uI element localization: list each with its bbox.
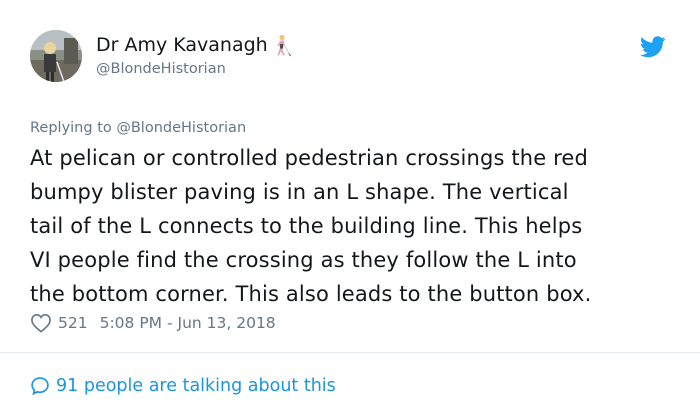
talking-about-link[interactable]: 91 people are talking about this xyxy=(30,376,336,396)
talking-about-text: 91 people are talking about this xyxy=(56,376,336,396)
speech-bubble-icon xyxy=(30,376,50,396)
tweet-text-line: At pelican or controlled pedestrian cros… xyxy=(30,146,588,170)
tweet-body: At pelican or controlled pedestrian cros… xyxy=(30,141,680,311)
tweet-text-line: VI people find the crossing as they foll… xyxy=(30,248,577,272)
avatar[interactable] xyxy=(30,30,82,82)
twitter-bird-icon[interactable] xyxy=(639,36,666,58)
tweet-text-line: tail of the L connects to the building l… xyxy=(30,214,583,238)
replying-to-line: Replying to @BlondeHistorian xyxy=(30,120,246,136)
tweet-card: Dr Amy Kavanagh @BlondeHistorian Replyin… xyxy=(0,0,700,414)
author-handle[interactable]: @BlondeHistorian xyxy=(96,61,226,77)
replying-to-prefix: Replying to xyxy=(30,120,112,136)
replying-to-mention-link[interactable]: @BlondeHistorian xyxy=(116,120,246,136)
person-with-probing-cane-icon xyxy=(272,34,292,57)
divider xyxy=(0,352,700,353)
like-count[interactable]: 521 xyxy=(58,314,88,332)
author-name-text: Dr Amy Kavanagh xyxy=(96,34,268,56)
tweet-text-line: the bottom corner. This also leads to th… xyxy=(30,282,592,306)
tweet-meta: 521 5:08 PM - Jun 13, 2018 xyxy=(30,313,276,333)
tweet-text-line: bumpy blister paving is in an L shape. T… xyxy=(30,180,569,204)
heart-icon[interactable] xyxy=(30,313,52,333)
author-display-name[interactable]: Dr Amy Kavanagh xyxy=(96,34,292,57)
tweet-timestamp[interactable]: 5:08 PM - Jun 13, 2018 xyxy=(100,314,276,332)
